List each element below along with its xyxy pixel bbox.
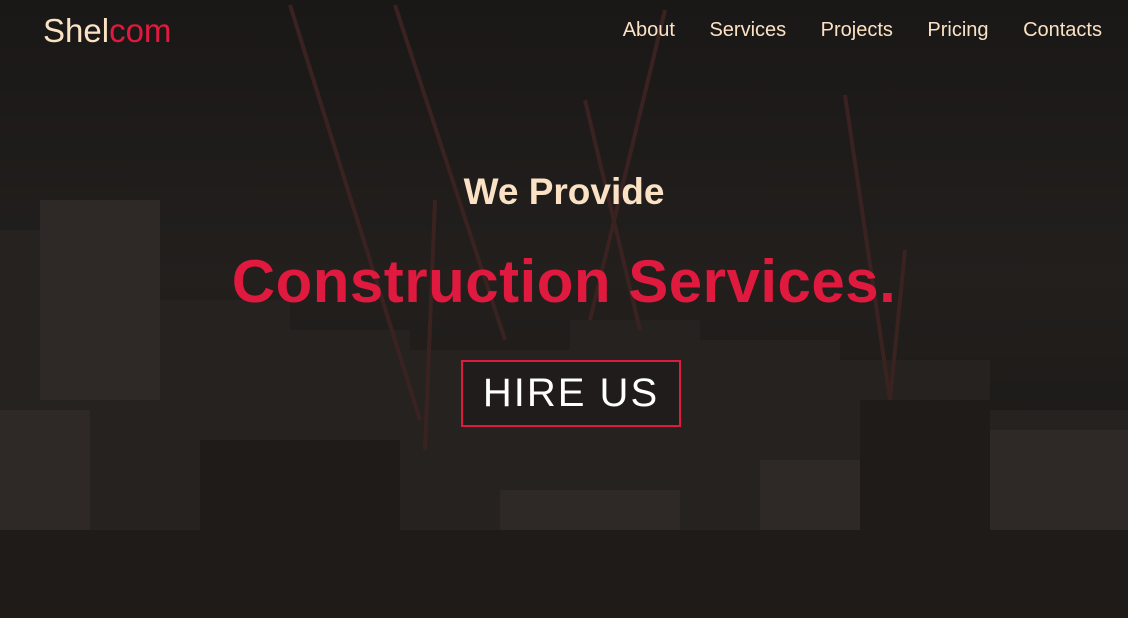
nav-contacts[interactable]: Contacts <box>1023 19 1102 42</box>
logo-text-accent: com <box>109 12 172 49</box>
hero-title: Construction Services. <box>231 248 897 315</box>
nav-projects[interactable]: Projects <box>821 19 893 42</box>
logo-text-primary: Shel <box>43 12 110 49</box>
nav-services[interactable]: Services <box>709 19 786 42</box>
brand-logo[interactable]: Shelcom <box>43 12 171 50</box>
main-nav: About Services Projects Pricing Contacts <box>623 19 1102 42</box>
nav-about[interactable]: About <box>623 19 675 42</box>
hero-subtitle: We Provide <box>463 171 665 212</box>
hire-us-button[interactable]: HIRE US <box>461 360 681 427</box>
nav-pricing[interactable]: Pricing <box>927 19 988 42</box>
